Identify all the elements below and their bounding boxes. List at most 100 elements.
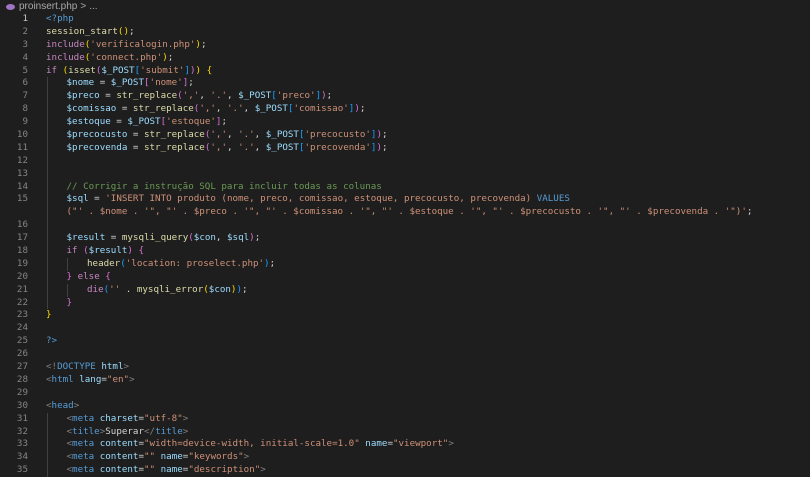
code-token: } <box>46 309 52 321</box>
code-line[interactable]: 31 <meta charset="utf-8"> <box>0 412 810 426</box>
code-line[interactable]: 28 <html lang="en"> <box>0 374 810 387</box>
code-text: <?php <box>46 13 74 26</box>
indent-guide <box>47 245 48 258</box>
code-line[interactable]: 5 if (isset($_POST['submit'])) { <box>0 65 810 78</box>
php-file-icon <box>6 3 15 10</box>
code-token: , <box>226 129 239 141</box>
code-line[interactable]: 20} else { <box>0 270 810 284</box>
code-text: <meta content="" name="description"> <box>67 464 266 477</box>
code-token: 'INSERT INTO produto (nome, preco, comis… <box>105 193 537 205</box>
line-number: 4 <box>22 51 28 63</box>
code-line[interactable]: 23} <box>0 309 810 322</box>
code-token: ; <box>381 129 388 141</box>
code-token: ; <box>242 283 248 295</box>
code-line[interactable]: 34 <meta content="" name="keywords"> <box>0 451 810 465</box>
code-line[interactable]: 30 <head> <box>0 400 810 413</box>
indent-guide <box>47 232 48 246</box>
indent-guide <box>47 206 48 220</box>
code-token: DOCTYPE <box>57 361 96 373</box>
indent-guide <box>47 116 48 130</box>
code-line[interactable]: 8 $comissao = str_replace(',', '.', $_POS… <box>0 103 810 117</box>
code-line[interactable]: 18 if ($result) { <box>0 245 810 258</box>
breadcrumb-file[interactable]: proinsert.php <box>19 0 77 13</box>
code-line[interactable]: 15 $sql = 'INSERT INTO produto (nome, pre… <box>0 193 810 207</box>
code-token: , <box>243 103 255 115</box>
code-line[interactable]: 6 $nome = $_POST['nome']; <box>0 77 810 91</box>
code-token: $con <box>193 232 216 244</box>
code-token: '.' <box>238 129 255 141</box>
code-line[interactable]: ("' . $nome . '", "' . $preco . '", "' .… <box>0 206 810 220</box>
indent-guide <box>47 90 48 104</box>
breadcrumb[interactable]: proinsert.php > ... <box>0 0 810 13</box>
code-line[interactable]: 35 <meta content="" name="description"> <box>0 464 810 477</box>
code-text: } <box>67 297 73 310</box>
code-token: ; <box>167 51 174 63</box>
code-editor[interactable]: 1 <?php 2 session_start(); 3 include('verific… <box>0 13 810 477</box>
code-line[interactable]: 27 <!DOCTYPE html> <box>0 361 810 374</box>
indent-guide <box>47 193 48 207</box>
code-token: name <box>160 451 183 463</box>
code-token: meta <box>72 438 95 450</box>
code-token: = <box>116 103 133 115</box>
code-line[interactable]: 4 include('connect.php'); <box>0 52 810 65</box>
code-text: <head> <box>46 400 79 413</box>
code-token: '.' <box>210 90 228 102</box>
code-text: ?> <box>46 335 57 348</box>
code-text: if (isset($_POST['submit'])) { <box>46 65 212 78</box>
code-token: $con <box>208 283 231 295</box>
code-token: meta <box>72 412 95 424</box>
code-line[interactable]: 16 <box>0 219 810 233</box>
line-number: 30 <box>16 399 28 411</box>
code-line[interactable]: 2 session_start(); <box>0 26 810 39</box>
code-token: 'verificalogin.php' <box>90 38 196 50</box>
code-token: '' <box>109 283 121 295</box>
code-token: str_replace <box>143 141 205 153</box>
code-token: ; <box>221 116 228 128</box>
code-token: $_POST <box>238 90 272 102</box>
code-line[interactable]: 29 <box>0 387 810 400</box>
code-token: ; <box>200 38 207 50</box>
code-line[interactable]: 13 <box>0 167 810 181</box>
code-token: , <box>199 90 211 102</box>
code-token: = <box>127 141 144 153</box>
code-line[interactable]: 22} <box>0 296 810 310</box>
breadcrumb-more[interactable]: ... <box>89 0 97 13</box>
code-line[interactable]: 10 $precocusto = str_replace(',', '.', $_… <box>0 129 810 142</box>
code-token: . <box>120 283 137 295</box>
code-line[interactable]: 1 <?php <box>0 13 810 26</box>
code-line[interactable]: 25 ?> <box>0 335 810 348</box>
code-token: > <box>243 451 250 463</box>
code-token: , <box>254 129 266 141</box>
line-number: 29 <box>16 386 28 398</box>
indent-guide <box>47 270 48 284</box>
code-token: $estoque <box>66 116 111 128</box>
code-line[interactable]: 12 <box>0 154 810 168</box>
code-line[interactable]: 14 // Corrigir a instrução SQL para inclu… <box>0 180 810 194</box>
code-line[interactable]: 9 $estoque = $_POST['estoque']; <box>0 116 810 130</box>
code-token: , <box>254 141 266 153</box>
code-token: "" <box>144 451 156 463</box>
indent-guide <box>47 103 48 117</box>
code-text: $estoque = $_POST['estoque']; <box>67 116 228 129</box>
code-token: = <box>88 193 106 205</box>
code-line[interactable]: 17 $result = mysqli_query($con, $sql); <box>0 232 810 246</box>
code-line[interactable]: 19 header('location: proselect.php'); <box>0 257 810 271</box>
code-text: $comissao = str_replace(',', '.', $_POST… <box>67 103 366 116</box>
code-text: // Corrigir a instrução SQL para incluir… <box>67 181 382 194</box>
code-line[interactable]: 7 $preco = str_replace(',', '.', $_POST['… <box>0 90 810 104</box>
code-line[interactable]: 32 <title>Superar</title> <box>0 425 810 439</box>
code-text: $precovenda = str_replace(',', '.', $_PO… <box>67 142 388 155</box>
line-number: 16 <box>16 219 28 231</box>
code-token: str_replace <box>132 103 194 115</box>
code-line[interactable]: 21 die('' . mysqli_error($con)); <box>0 283 810 297</box>
code-line[interactable]: 26 <box>0 348 810 361</box>
code-token: Superar <box>105 425 144 437</box>
line-number: 26 <box>16 348 28 360</box>
code-line[interactable]: 3 include('verificalogin.php'); <box>0 39 810 52</box>
code-line[interactable]: 33 <meta content="width=device-width, ini… <box>0 438 810 452</box>
code-line[interactable]: 24 <box>0 322 810 335</box>
code-token: , <box>226 141 239 153</box>
code-text: <meta content="" name="keywords"> <box>67 451 250 464</box>
code-token: die <box>87 283 104 295</box>
code-line[interactable]: 11 $precovenda = str_replace(',', '.', $_… <box>0 141 810 155</box>
